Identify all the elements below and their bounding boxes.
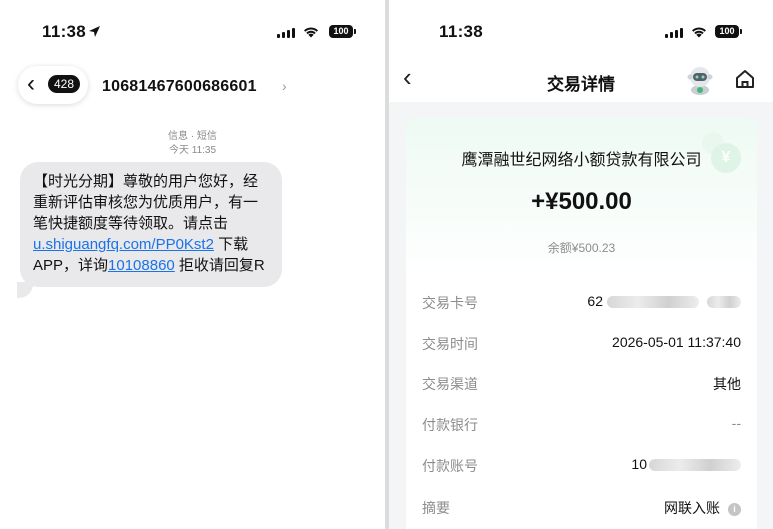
masked-value (607, 296, 699, 309)
detail-row-payer-bank: 付款银行 -- (422, 415, 741, 437)
detail-row-summary: 摘要 网联入账 i (422, 498, 741, 520)
masked-value (649, 459, 741, 472)
account-balance: 余额¥500.23 (547, 241, 616, 255)
cellular-signal-icon (665, 28, 683, 38)
battery-icon: 100 (715, 25, 742, 38)
detail-row-payer-account: 付款账号 10 (422, 456, 741, 478)
cellular-signal-icon (277, 28, 295, 38)
location-arrow-icon (88, 25, 101, 43)
row-value: -- (731, 415, 741, 431)
sms-screen: 11:38 100 ‹ 428 10681467600686601 › 信息 ·… (0, 0, 385, 529)
back-button[interactable]: ‹ 428 (18, 66, 88, 104)
row-label: 付款银行 (422, 417, 478, 433)
row-label: 付款账号 (422, 458, 478, 474)
row-label: 交易时间 (422, 336, 478, 352)
message-text-3: 拒收请回复R (174, 257, 265, 274)
row-label: 交易卡号 (422, 295, 478, 311)
row-value: 2026-05-01 11:37:40 (612, 334, 741, 350)
transaction-amount: +¥500.00 (531, 188, 632, 215)
transaction-card: ¥ 鹰潭融世纪网络小额贷款有限公司 +¥500.00 余额¥500.23 交易卡… (406, 118, 757, 529)
robot-assistant-icon[interactable] (684, 64, 716, 96)
sender-number[interactable]: 10681467600686601 (102, 78, 257, 96)
status-time: 11:38 (439, 22, 484, 41)
row-value: 其他 (713, 376, 741, 392)
unread-badge: 428 (48, 75, 81, 93)
row-label: 摘要 (422, 500, 450, 516)
status-bar: 11:38 100 (0, 0, 385, 60)
row-value: 62 (587, 293, 741, 309)
masked-value (707, 296, 741, 309)
row-label: 交易渠道 (422, 376, 478, 392)
status-time: 11:38 (42, 22, 87, 41)
wifi-icon (303, 25, 319, 38)
card-number-visible: 62 (587, 293, 603, 309)
navigation-bar: ‹ 交易详情 (389, 56, 773, 102)
battery-icon: 100 (329, 25, 356, 38)
message-link[interactable]: u.shiguangfq.com/PP0Kst2 (33, 236, 214, 253)
detail-row-time: 交易时间 2026-05-01 11:37:40 (422, 334, 741, 356)
payer-account-visible: 10 (631, 456, 647, 472)
detail-row-channel: 交易渠道 其他 (422, 374, 741, 396)
detail-row-card-number: 交易卡号 62 (422, 293, 741, 315)
home-icon[interactable] (734, 68, 756, 90)
chevron-right-icon[interactable]: › (282, 78, 287, 94)
transaction-detail-screen: 11:38 100 ‹ 交易详情 ¥ 鹰潭融世纪网络小额贷款有限公司 +¥500… (389, 0, 773, 529)
wifi-icon (691, 25, 707, 38)
row-value: 网联入账 i (664, 498, 741, 518)
summary-value: 网联入账 (664, 500, 720, 516)
message-channel: 信息 · 短信 (168, 131, 217, 142)
message-timestamp: 今天 11:35 (168, 145, 217, 156)
message-phone-link[interactable]: 10108860 (108, 257, 175, 274)
message-bubble: 【时光分期】尊敬的用户您好，经重新评估审核您为优质用户，有一笔快捷额度等待领取。… (20, 162, 282, 287)
status-bar: 11:38 100 (389, 0, 773, 60)
row-value: 10 (631, 456, 741, 472)
message-text-1: 【时光分期】尊敬的用户您好，经重新评估审核您为优质用户，有一笔快捷额度等待领取。… (33, 173, 259, 232)
counterparty-name: 鹰潭融世纪网络小额贷款有限公司 (461, 152, 702, 169)
info-icon[interactable]: i (728, 502, 741, 516)
chevron-left-icon: ‹ (27, 70, 35, 97)
